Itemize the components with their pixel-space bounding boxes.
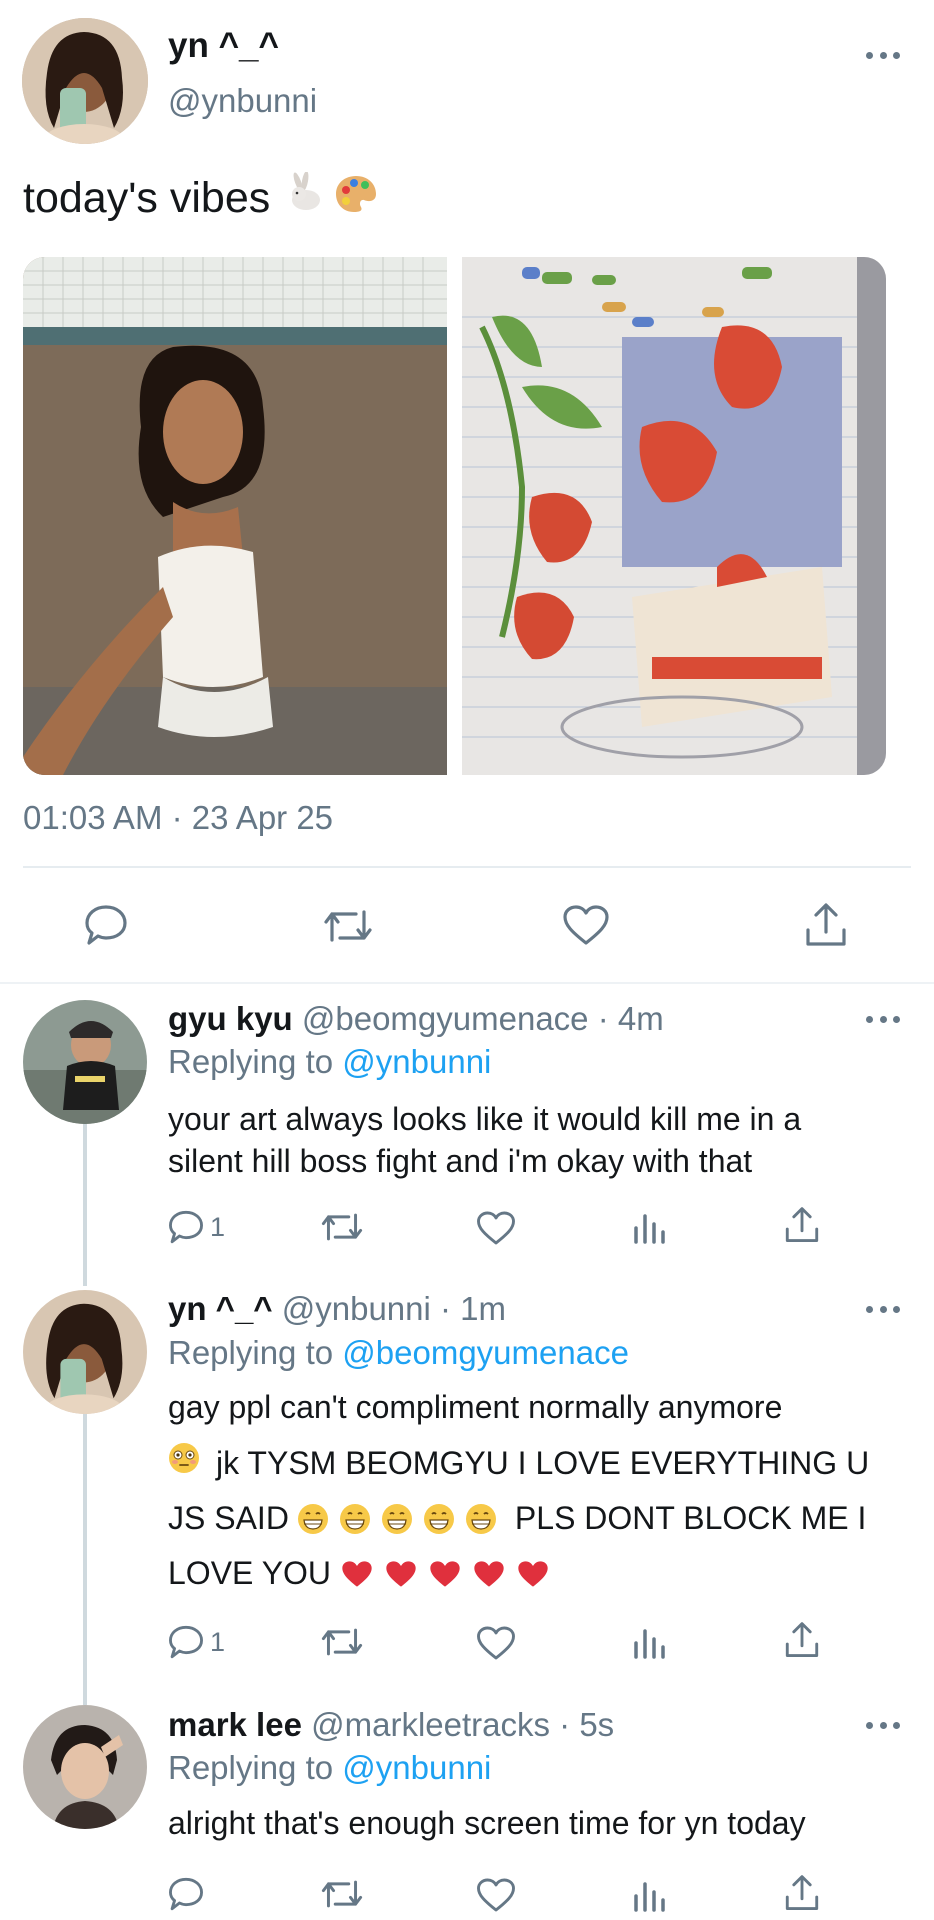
reply-icon[interactable]: 1: [168, 1624, 225, 1660]
more-options-icon[interactable]: [866, 52, 900, 62]
retweet-icon[interactable]: [320, 1625, 364, 1659]
more-options-icon[interactable]: [866, 1306, 900, 1316]
share-icon[interactable]: [804, 902, 848, 948]
avatar-yn[interactable]: [23, 1290, 147, 1414]
replying-to: Replying to @ynbunni: [168, 1749, 491, 1787]
reply-display-name: gyu kyu: [168, 1000, 293, 1037]
replying-to-link[interactable]: @beomgyumenace: [342, 1334, 629, 1371]
divider: [23, 866, 911, 868]
share-icon[interactable]: [784, 1874, 820, 1912]
reply-text-line: LOVE YOU: [168, 1546, 869, 1601]
reply-icon[interactable]: 1: [168, 1209, 225, 1245]
reply-text: your art always looks like it would kill…: [168, 1098, 801, 1182]
tweet-text-content: today's vibes: [23, 174, 271, 222]
reply-text-line: silent hill boss fight and i'm okay with…: [168, 1143, 753, 1179]
reply-icon[interactable]: [84, 904, 128, 946]
red-heart-emoji-icon: [342, 1560, 372, 1587]
red-heart-emoji-icon: [474, 1560, 504, 1587]
share-icon[interactable]: [784, 1621, 820, 1659]
grinning-face-emoji-icon: [381, 1503, 412, 1534]
like-heart-icon[interactable]: [562, 904, 610, 946]
red-heart-emoji-icon: [518, 1560, 548, 1587]
replying-to: Replying to @beomgyumenace: [168, 1334, 629, 1372]
replying-to: Replying to @ynbunni: [168, 1043, 491, 1081]
replying-prefix: Replying to: [168, 1749, 334, 1786]
reply-handle-time: @beomgyumenace · 4m: [301, 1000, 664, 1037]
reply-text-line: jk TYSM BEOMGYU I LOVE EVERYTHING U: [168, 1436, 869, 1491]
reply-text-segment: jk TYSM BEOMGYU I LOVE EVERYTHING U: [216, 1445, 870, 1481]
palette-emoji-icon: [334, 172, 378, 225]
reply-handle-time: @markleetracks · 5s: [311, 1706, 615, 1743]
share-icon[interactable]: [784, 1206, 820, 1244]
more-options-icon[interactable]: [866, 1016, 900, 1026]
reply-count: 1: [210, 1626, 226, 1657]
tweet-image-drawing[interactable]: [462, 257, 886, 775]
red-heart-emoji-group: [341, 1559, 549, 1589]
divider: [0, 982, 934, 984]
retweet-icon[interactable]: [322, 906, 374, 946]
reply-handle-time: @ynbunni · 1m: [281, 1290, 507, 1327]
reply-text-line: your art always looks like it would kill…: [168, 1101, 802, 1137]
reply-count: 1: [210, 1211, 226, 1242]
reply-text-line: alright that's enough screen time for yn…: [168, 1805, 806, 1841]
avatar-gyu-kyu[interactable]: [23, 1000, 147, 1124]
grin-emoji-group: [297, 1503, 515, 1535]
reply-text: alright that's enough screen time for yn…: [168, 1802, 806, 1844]
reply-icon[interactable]: [168, 1876, 204, 1912]
retweet-icon[interactable]: [320, 1877, 364, 1911]
grinning-face-emoji-icon: [423, 1503, 454, 1534]
red-heart-emoji-icon: [386, 1560, 416, 1587]
tweet-text: today's vibes: [23, 171, 378, 225]
grinning-face-emoji-icon: [297, 1503, 328, 1534]
tweet-timestamp: 01:03 AM · 23 Apr 25: [23, 799, 334, 836]
reply-display-name: mark lee: [168, 1706, 302, 1743]
reply-header: yn ^_^ @ynbunni · 1m: [168, 1290, 506, 1328]
replying-prefix: Replying to: [168, 1334, 334, 1371]
grinning-face-emoji-icon: [339, 1503, 370, 1534]
replying-prefix: Replying to: [168, 1043, 334, 1080]
grinning-face-emoji-icon: [465, 1503, 496, 1534]
reply-text-segment: PLS DONT BLOCK ME I: [514, 1500, 867, 1536]
display-name: yn ^_^: [168, 26, 279, 65]
reply-text-line: gay ppl can't compliment normally anymor…: [168, 1389, 783, 1425]
thread-line: [83, 1413, 87, 1705]
reply-text-segment: LOVE YOU: [168, 1555, 332, 1591]
reply-text-segment: JS SAID: [168, 1500, 289, 1536]
reply-display-name: yn ^_^: [168, 1290, 273, 1327]
reply-header: gyu kyu @beomgyumenace · 4m: [168, 1000, 664, 1038]
replying-to-link[interactable]: @ynbunni: [342, 1749, 491, 1786]
analytics-icon[interactable]: [632, 1208, 666, 1244]
analytics-icon[interactable]: [632, 1623, 666, 1659]
like-heart-icon[interactable]: [476, 1625, 516, 1661]
reply-text: gay ppl can't compliment normally anymor…: [168, 1386, 869, 1601]
like-heart-icon[interactable]: [476, 1210, 516, 1246]
reply-text-line: JS SAID PLS DONT BLOCK ME I: [168, 1491, 869, 1546]
retweet-icon[interactable]: [320, 1210, 364, 1244]
like-heart-icon[interactable]: [476, 1877, 516, 1913]
avatar-mark-lee[interactable]: [23, 1705, 147, 1829]
more-options-icon[interactable]: [866, 1722, 900, 1732]
tweet-image-selfie[interactable]: [23, 257, 447, 775]
reply-header: mark lee @markleetracks · 5s: [168, 1706, 614, 1744]
thread-line: [83, 1108, 87, 1286]
analytics-icon[interactable]: [632, 1876, 666, 1912]
avatar-yn[interactable]: [22, 18, 148, 144]
red-heart-emoji-icon: [430, 1560, 460, 1587]
rabbit-emoji-icon: [286, 171, 328, 225]
handle: @ynbunni: [168, 82, 318, 119]
flushed-face-emoji-icon: [168, 1436, 200, 1491]
replying-to-link[interactable]: @ynbunni: [342, 1043, 491, 1080]
